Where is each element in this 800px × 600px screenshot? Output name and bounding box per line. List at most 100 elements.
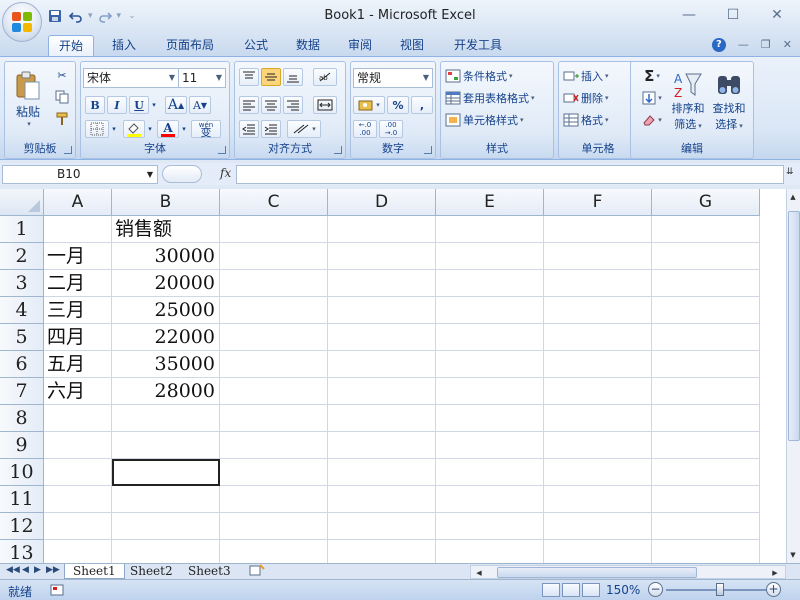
cell-e12[interactable] — [436, 513, 544, 540]
cell-e5[interactable] — [436, 324, 544, 351]
cell-d8[interactable] — [328, 405, 436, 432]
number-format-combo[interactable]: 常规 ▼ — [353, 68, 433, 88]
cell-e13[interactable] — [436, 540, 544, 563]
column-header-g[interactable]: G — [652, 189, 760, 216]
cell-c11[interactable] — [220, 486, 328, 513]
increase-decimal-button[interactable]: ←.0 .00 — [353, 120, 377, 138]
row-header-7[interactable]: 7 — [0, 378, 44, 405]
insert-function-button[interactable]: fx — [220, 166, 231, 180]
scroll-right-icon[interactable]: ▶ — [769, 567, 781, 579]
format-painter-icon[interactable] — [51, 110, 73, 128]
cell-a1[interactable] — [44, 216, 112, 243]
column-header-e[interactable]: E — [436, 189, 544, 216]
cell-d5[interactable] — [328, 324, 436, 351]
cell-b13[interactable] — [112, 540, 220, 563]
cell-g4[interactable] — [652, 297, 760, 324]
cell-b3[interactable]: 20000 — [112, 270, 220, 297]
align-bottom-icon[interactable] — [283, 68, 303, 86]
row-header-9[interactable]: 9 — [0, 432, 44, 459]
conditional-formatting-button[interactable]: 条件格式 ▾ — [445, 66, 513, 86]
minimize-button[interactable]: — — [672, 4, 706, 26]
insert-sheet-icon[interactable] — [240, 564, 274, 579]
accounting-format-icon[interactable]: ▾ — [353, 96, 385, 114]
align-center-icon[interactable] — [261, 96, 281, 114]
decrease-decimal-button[interactable]: .00 →.0 — [379, 120, 403, 138]
borders-dropdown-icon[interactable]: ▾ — [109, 120, 119, 138]
cell-b9[interactable] — [112, 432, 220, 459]
cell-g7[interactable] — [652, 378, 760, 405]
tab-home[interactable]: 开始 — [48, 35, 95, 56]
zoom-level[interactable]: 150% — [606, 583, 640, 597]
align-left-icon[interactable] — [239, 96, 259, 114]
cell-b5[interactable]: 22000 — [112, 324, 220, 351]
cell-d12[interactable] — [328, 513, 436, 540]
cell-c9[interactable] — [220, 432, 328, 459]
scroll-left-icon[interactable]: ◀ — [473, 567, 485, 579]
cell-b2[interactable]: 30000 — [112, 243, 220, 270]
align-middle-icon[interactable] — [261, 68, 281, 86]
column-header-f[interactable]: F — [544, 189, 652, 216]
cell-c6[interactable] — [220, 351, 328, 378]
zoom-out-button[interactable]: − — [648, 582, 663, 597]
cell-e4[interactable] — [436, 297, 544, 324]
find-select-button[interactable]: 查找和 选择 ▾ — [709, 64, 749, 138]
tab-view[interactable]: 视图 — [390, 35, 434, 56]
cell-a7[interactable]: 六月 — [44, 378, 112, 405]
scroll-up-icon[interactable]: ▲ — [787, 191, 799, 203]
tab-developer[interactable]: 开发工具 — [444, 35, 512, 56]
cell-a12[interactable] — [44, 513, 112, 540]
cell-a2[interactable]: 一月 — [44, 243, 112, 270]
row-header-13[interactable]: 13 — [0, 540, 44, 563]
cell-g1[interactable] — [652, 216, 760, 243]
sheet-tab-3[interactable]: Sheet3 — [180, 564, 239, 579]
cell-f5[interactable] — [544, 324, 652, 351]
sort-filter-button[interactable]: AZ 排序和 筛选 ▾ — [669, 64, 707, 138]
clear-icon[interactable]: ▾ — [637, 110, 667, 130]
select-all-button[interactable] — [0, 189, 44, 216]
cell-e7[interactable] — [436, 378, 544, 405]
cell-d1[interactable] — [328, 216, 436, 243]
font-color-button[interactable]: A — [157, 120, 179, 138]
cell-e1[interactable] — [436, 216, 544, 243]
page-break-view-icon[interactable] — [582, 583, 600, 597]
font-launcher-icon[interactable] — [218, 146, 226, 154]
cell-d11[interactable] — [328, 486, 436, 513]
cell-f7[interactable] — [544, 378, 652, 405]
tab-data[interactable]: 数据 — [286, 35, 330, 56]
tab-formulas[interactable]: 公式 — [234, 35, 278, 56]
cell-a8[interactable] — [44, 405, 112, 432]
paste-button[interactable]: 粘贴 ▾ — [9, 66, 47, 132]
underline-dropdown-icon[interactable]: ▾ — [149, 96, 159, 114]
cell-b1[interactable]: 销售额 — [112, 216, 220, 243]
cell-styles-button[interactable]: 单元格样式 ▾ — [445, 110, 524, 130]
italic-button[interactable]: I — [107, 96, 127, 114]
cell-d3[interactable] — [328, 270, 436, 297]
fill-icon[interactable]: ▾ — [637, 88, 667, 108]
cell-g8[interactable] — [652, 405, 760, 432]
cell-c5[interactable] — [220, 324, 328, 351]
ribbon-minimize-icon[interactable]: — — [738, 38, 749, 52]
clipboard-launcher-icon[interactable] — [64, 146, 72, 154]
merge-center-icon[interactable] — [313, 96, 337, 114]
wrap-text-icon[interactable]: ▾ — [287, 120, 321, 138]
row-header-1[interactable]: 1 — [0, 216, 44, 243]
row-header-5[interactable]: 5 — [0, 324, 44, 351]
vertical-scrollbar[interactable]: ▲ ▼ — [786, 189, 800, 563]
cell-f8[interactable] — [544, 405, 652, 432]
cell-f6[interactable] — [544, 351, 652, 378]
worksheet-grid[interactable]: A B C D E F G 1 销售额 2 一月 30000 3 二月 20000 4 三月 25000 5 四月 22… — [0, 189, 786, 563]
help-icon[interactable]: ? — [711, 38, 726, 52]
cell-a5[interactable]: 四月 — [44, 324, 112, 351]
font-name-combo[interactable]: 宋体 ▼ — [83, 68, 179, 88]
cell-e8[interactable] — [436, 405, 544, 432]
row-header-2[interactable]: 2 — [0, 243, 44, 270]
tab-insert[interactable]: 插入 — [102, 35, 146, 56]
cell-d9[interactable] — [328, 432, 436, 459]
close-button[interactable]: ✕ — [760, 4, 794, 26]
cell-a10[interactable] — [44, 459, 112, 486]
cell-f4[interactable] — [544, 297, 652, 324]
cell-d6[interactable] — [328, 351, 436, 378]
zoom-in-button[interactable]: + — [766, 582, 781, 597]
format-as-table-button[interactable]: 套用表格格式 ▾ — [445, 88, 535, 108]
phonetic-guide-button[interactable]: wén 变 — [191, 120, 221, 138]
